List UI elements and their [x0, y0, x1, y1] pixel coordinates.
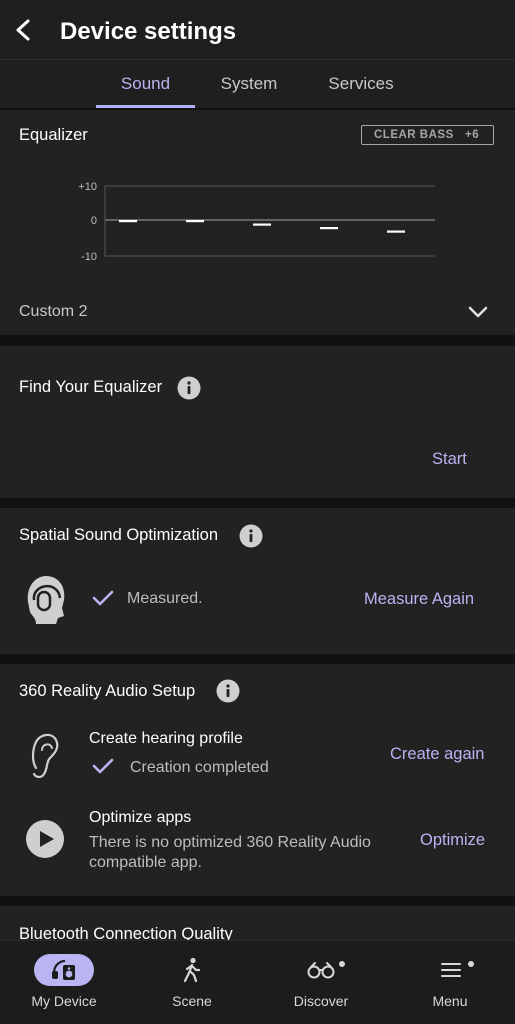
measured-status: Measured.: [127, 590, 203, 607]
spatial-sound-title: Spatial Sound Optimization: [19, 526, 219, 544]
nav-label-discover: Discover: [293, 993, 349, 1009]
binoculars-icon: [307, 962, 335, 979]
clear-bass-label: CLEAR BASS: [374, 129, 454, 141]
y-tick-top: +10: [78, 181, 97, 193]
header: Device settings: [0, 0, 515, 60]
eq-band-1-marker[interactable]: [119, 220, 137, 223]
optimize-apps-description-line2: compatible app.: [89, 854, 202, 871]
headphones-speaker-icon: [52, 959, 75, 980]
nav-my-device[interactable]: My Device: [0, 941, 128, 1024]
tab-bar: Sound System Services: [0, 60, 515, 108]
hearing-profile-title: Create hearing profile: [89, 730, 243, 747]
nav-label-scene: Scene: [172, 993, 212, 1009]
bottom-nav: My Device Scene Discover Menu: [0, 940, 515, 1024]
eq-preset-label: Custom 2: [19, 303, 88, 320]
measure-again-button[interactable]: Measure Again: [364, 590, 474, 609]
create-again-button[interactable]: Create again: [390, 745, 484, 764]
active-tab-indicator: [96, 105, 195, 108]
check-icon: [92, 758, 114, 774]
nav-label-menu: Menu: [432, 993, 468, 1009]
nav-discover[interactable]: Discover: [257, 941, 385, 1024]
info-icon[interactable]: [239, 524, 263, 548]
equalizer-chart[interactable]: +10 0 -10: [60, 170, 450, 270]
page-title: Device settings: [60, 18, 237, 45]
hearing-profile-status: Creation completed: [130, 759, 269, 776]
tab-sound[interactable]: Sound: [96, 74, 195, 94]
find-equalizer-card: [0, 346, 515, 498]
head-headphones-icon: [27, 576, 65, 624]
notification-dot: [339, 961, 345, 967]
nav-label-my-device: My Device: [31, 993, 97, 1009]
nav-scene[interactable]: Scene: [128, 941, 256, 1024]
check-icon: [92, 590, 114, 606]
reality-audio-title: 360 Reality Audio Setup: [19, 682, 196, 700]
eq-band-4-marker[interactable]: [320, 227, 338, 230]
menu-icon: [441, 963, 461, 977]
ear-icon: [31, 733, 59, 779]
y-tick-zero: 0: [91, 215, 97, 227]
tab-services[interactable]: Services: [310, 74, 412, 94]
optimize-apps-title: Optimize apps: [89, 809, 192, 826]
equalizer-title: Equalizer: [19, 126, 88, 144]
chevron-down-icon[interactable]: [466, 302, 490, 322]
info-icon[interactable]: [177, 376, 201, 400]
find-equalizer-title: Find Your Equalizer: [19, 378, 163, 396]
eq-band-5-marker[interactable]: [387, 230, 405, 233]
back-arrow-icon[interactable]: [8, 14, 40, 46]
clear-bass-value: +6: [465, 129, 480, 141]
optimize-button[interactable]: Optimize: [420, 831, 485, 850]
notification-dot: [468, 961, 474, 967]
clear-bass-badge: CLEAR BASS +6: [361, 125, 494, 145]
start-button[interactable]: Start: [432, 450, 467, 469]
info-icon[interactable]: [216, 679, 240, 703]
y-tick-bottom: -10: [81, 251, 97, 263]
nav-menu[interactable]: Menu: [386, 941, 514, 1024]
tab-system[interactable]: System: [199, 74, 299, 94]
play-icon: [26, 820, 64, 858]
eq-band-3-marker[interactable]: [253, 223, 271, 226]
walking-person-icon: [183, 957, 201, 983]
eq-band-2-marker[interactable]: [186, 220, 204, 223]
optimize-apps-description-line1: There is no optimized 360 Reality Audio: [89, 834, 371, 851]
